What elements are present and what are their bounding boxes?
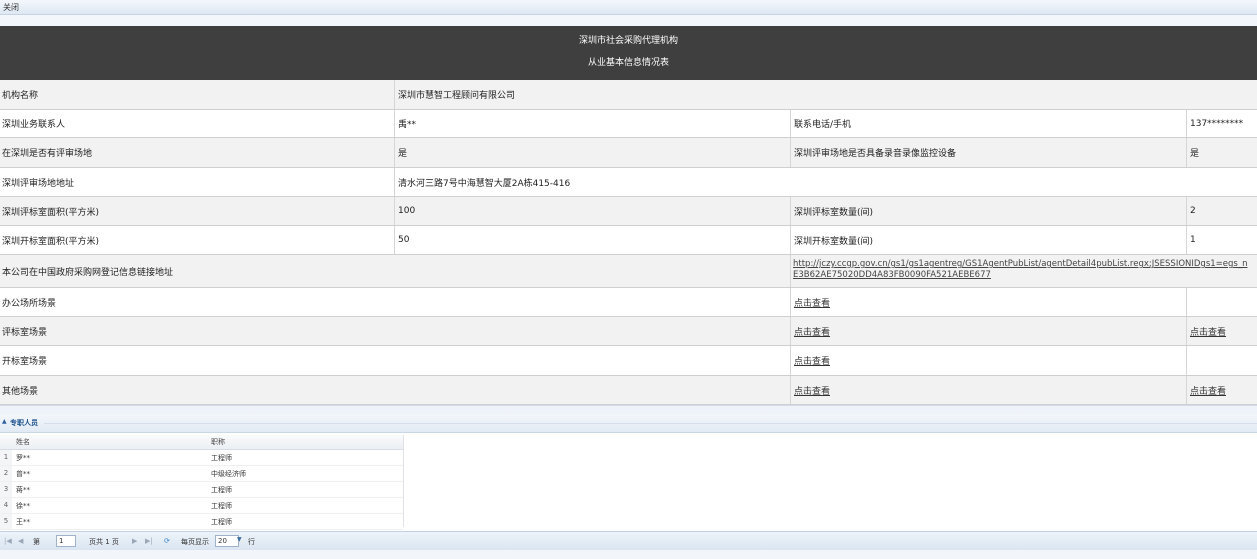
info-row-open-room: 深圳开标室面积(平方米) 50 深圳开标室数量(间) 1 [0,226,1257,255]
refresh-icon[interactable]: ⟳ [164,537,170,545]
staff-title: 中级经济师 [211,470,246,478]
header-title: 深圳市社会采购代理机构 [578,36,678,46]
row-label: 在深圳是否有评审场地 [2,149,93,159]
staff-name: 曾** [16,470,30,478]
staff-title: 工程师 [211,502,232,510]
info-row-org-name: 机构名称 深圳市慧智工程顾问有限公司 [0,80,1257,110]
column-header-title[interactable]: 职称 [211,437,225,447]
table-row[interactable]: 1 罗** 工程师 [0,450,403,466]
page-total: 页共 1 页 [89,538,119,546]
per-page-select[interactable]: 20 [215,535,239,547]
view-link[interactable]: 点击查看 [794,325,830,338]
row-label: 深圳开标室面积(平方米) [2,236,100,247]
staff-panel-title: 专职人员 [10,419,38,427]
staff-name: 徐** [16,502,30,510]
row-value: 禹** [398,120,417,130]
first-page-icon[interactable]: |◀ [4,537,12,545]
row-label: 深圳业务联系人 [2,120,66,130]
row-label-2: 深圳评标室数量(间) [794,207,874,218]
info-row-other-scene: 其他场景 点击查看 点击查看 [0,376,1257,405]
staff-title: 工程师 [211,518,232,526]
row-value: 100 [398,206,416,216]
ccgp-link-line2[interactable]: E3B62AE75020DD4A83FB0090FA521AEBE677 [793,270,991,280]
table-row[interactable]: 2 曾** 中级经济师 [0,466,403,482]
spacer [0,550,1257,559]
table-row[interactable]: 5 王** 工程师 [0,514,403,530]
prev-page-icon[interactable]: ◀ [18,537,23,545]
view-link-2[interactable]: 点击查看 [1190,325,1226,338]
row-label-2: 联系电话/手机 [794,120,852,130]
row-value-2: 2 [1190,206,1196,216]
info-row-review-site: 在深圳是否有评审场地 是 深圳评审场地是否具备录音录像监控设备 是 [0,138,1257,168]
table-header: 深圳市社会采购代理机构 从业基本信息情况表 [0,26,1257,80]
info-row-review-scene: 评标室场景 点击查看 点击查看 [0,317,1257,346]
view-link[interactable]: 点击查看 [794,296,830,309]
column-header-name[interactable]: 姓名 [16,437,30,447]
pagination-bar: |◀ ◀ 第 1 页共 1 页 ▶ ▶| ⟳ 每页显示 20 ▼ 行 [0,531,1257,550]
info-row-address: 深圳评审场地地址 清水河三路7号中海慧智大厦2A栋415-416 [0,168,1257,197]
info-row-review-room: 深圳评标室面积(平方米) 100 深圳评标室数量(间) 2 [0,197,1257,226]
staff-panel-header[interactable]: ▲ 专职人员 [0,414,1257,433]
row-number: 1 [0,450,12,465]
row-value: 深圳市慧智工程顾问有限公司 [398,91,516,101]
row-label: 机构名称 [2,91,39,101]
per-page-label: 每页显示 [181,538,209,546]
row-label: 深圳评标室面积(平方米) [2,207,100,218]
next-page-icon[interactable]: ▶ [132,537,137,545]
chevron-down-icon[interactable]: ▼ [237,536,242,543]
page-input[interactable]: 1 [56,535,76,547]
row-value: 清水河三路7号中海慧智大厦2A栋415-416 [398,178,571,189]
info-row-open-scene: 开标室场景 点击查看 [0,346,1257,376]
row-label: 开标室场景 [2,357,48,367]
table-row[interactable]: 4 徐** 工程师 [0,498,403,514]
per-page-suffix: 行 [248,538,255,546]
ccgp-link-line1[interactable]: http://jczy.ccgp.gov.cn/gs1/gs1agentreg/… [793,259,1247,269]
row-label: 深圳评审场地地址 [2,178,75,189]
staff-name: 罗** [16,454,30,462]
staff-title: 工程师 [211,486,232,494]
row-number: 2 [0,466,12,481]
last-page-icon[interactable]: ▶| [145,537,153,545]
staff-name: 蒋** [16,486,30,494]
row-label-2: 深圳开标室数量(间) [794,236,874,247]
info-row-ccgp-link: 本公司在中国政府采购网登记信息链接地址 http://jczy.ccgp.gov… [0,255,1257,288]
header-subtitle: 从业基本信息情况表 [587,58,669,68]
row-value-2: 1 [1190,235,1196,245]
row-number: 3 [0,482,12,497]
row-label-2: 深圳评审场地是否具备录音录像监控设备 [794,149,957,159]
row-value-2: 137******** [1190,118,1244,129]
top-toolbar: 关闭 [0,0,1257,15]
table-row[interactable]: 3 蒋** 工程师 [0,482,403,498]
info-row-office-scene: 办公场所场景 点击查看 [0,288,1257,317]
page-prefix: 第 [33,538,40,546]
row-label: 办公场所场景 [2,298,57,309]
row-label: 其他场景 [2,386,39,397]
view-link[interactable]: 点击查看 [794,354,830,367]
row-label: 本公司在中国政府采购网登记信息链接地址 [2,267,174,278]
row-value: 是 [398,149,408,159]
staff-grid: 姓名 职称 1 罗** 工程师 2 曾** 中级经济师 3 蒋** 工程师 4 … [0,435,403,530]
row-label: 评标室场景 [2,327,48,338]
view-link-2[interactable]: 点击查看 [1190,384,1226,397]
staff-name: 王** [16,518,30,526]
info-row-contact: 深圳业务联系人 禹** 联系电话/手机 137******** [0,110,1257,138]
grid-header: 姓名 职称 [0,435,403,450]
row-value: 50 [398,235,410,245]
row-value-2: 是 [1190,149,1200,159]
close-button[interactable]: 关闭 [3,2,19,13]
row-number: 5 [0,514,12,529]
view-link[interactable]: 点击查看 [794,384,830,397]
staff-title: 工程师 [211,454,232,462]
collapse-icon[interactable]: ▲ [2,418,7,425]
row-number: 4 [0,498,12,513]
